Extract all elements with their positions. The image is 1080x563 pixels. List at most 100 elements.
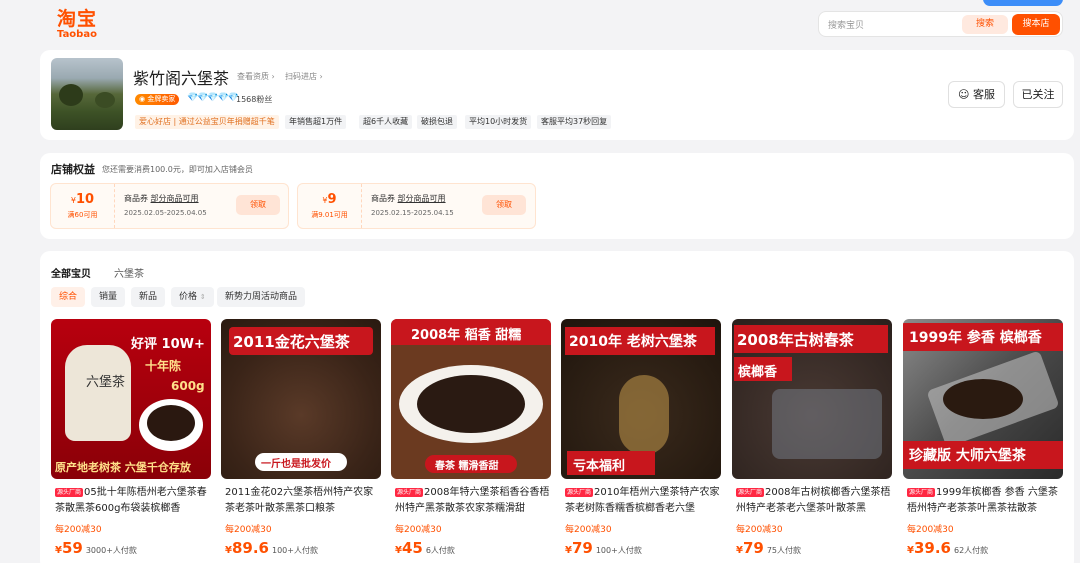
coupon-scope: 部分商品可用 (150, 194, 199, 203)
product-title[interactable]: 源头厂商 1999年槟榔香 参香 六堡茶梧州特产老茶茶叶黑茶祛散茶 (907, 485, 1063, 517)
source-factory-badge: 源头厂商 (55, 488, 84, 497)
view-qualification-label: 查看资质 (237, 72, 269, 81)
sort-price-label: 价格 (179, 292, 198, 302)
product-title[interactable]: 源头厂商 2008年特六堡茶稻香谷香梧州特产黑茶散茶农家茶糯滑甜 (395, 485, 551, 517)
product-image[interactable]: 2008年古树春茶 槟榔香 (732, 319, 892, 479)
image-caption: 好评 10W+ (131, 337, 205, 352)
product-card[interactable]: 2008年古树春茶 槟榔香 源头厂商 2008年古树槟榔香六堡茶梧州特产老茶老六堡… (732, 319, 892, 563)
benefits-subtitle: 您还需要消费100.0元，即可加入店铺会员 (102, 165, 253, 174)
search-input[interactable]: 搜索宝贝 (828, 18, 864, 31)
source-factory-badge: 源头厂商 (395, 488, 424, 497)
gold-seller-label: 金牌卖家 (147, 95, 176, 103)
image-caption: 2011金花六堡茶 (233, 333, 350, 351)
product-title[interactable]: 源头厂商 2008年古树槟榔香六堡茶梧州特产老茶老六堡茶叶散茶黑 (736, 485, 892, 517)
product-promo: 每200减30 (225, 525, 272, 535)
product-title[interactable]: 源头厂商 05批十年陈梧州老六堡茶春茶散黑茶600g布袋装槟榔香 (55, 485, 211, 517)
item-tabs: 全部宝贝 六堡茶 (51, 265, 144, 280)
product-promo: 每200减30 (736, 525, 783, 535)
sort-price[interactable]: 价格 ⇕ (171, 287, 214, 307)
product-price: ¥39.6 62人付款 (907, 539, 988, 557)
sort-new[interactable]: 新品 (131, 287, 166, 307)
follow-button[interactable]: 已关注 (1013, 81, 1063, 108)
shop-tag: 超6千人收藏 (359, 115, 413, 129)
tea-leaves-shape (943, 379, 1023, 419)
product-card[interactable]: 2011金花六堡茶 一斤也是批发价 2011金花02六堡茶梧州特产农家茶老茶叶散… (221, 319, 381, 563)
product-promo: 每200减30 (55, 525, 102, 535)
sold-count: 100+人付款 (595, 546, 642, 555)
fans-count: 1568粉丝 (236, 95, 273, 104)
benefits-title: 店铺权益 (51, 163, 95, 176)
price-value: 89.6 (231, 539, 269, 557)
tab-all-items[interactable]: 全部宝贝 (51, 269, 91, 280)
scan-enter-link[interactable]: 扫码进店 › (285, 71, 323, 82)
product-price: ¥79 100+人付款 (565, 539, 642, 557)
image-caption: 槟榔香 (738, 365, 778, 380)
coupon-condition: 满60可用 (67, 211, 98, 219)
customer-service-button[interactable]: ☺ 客服 (948, 81, 1005, 108)
image-caption: 2008年 稻香 甜糯 (411, 328, 522, 343)
image-caption: 600g (171, 379, 205, 393)
product-image[interactable]: 2010年 老树六堡茶 亏本福利 (561, 319, 721, 479)
sort-sales[interactable]: 销量 (91, 287, 126, 307)
search-shop-button[interactable]: 搜本店 (1012, 14, 1060, 35)
price-currency: ¥ (55, 545, 62, 556)
product-image[interactable]: 1999年 参香 槟榔香 珍藏版 大师六堡茶 (903, 319, 1063, 479)
product-card[interactable]: 2010年 老树六堡茶 亏本福利 源头厂商 2010年梧州六堡茶特产农家茶老树陈香… (561, 319, 721, 563)
product-price: ¥79 75人付款 (736, 539, 801, 557)
coupon-amount: ¥9 满9.01可用 (298, 184, 362, 228)
search-button[interactable]: 搜索 (962, 15, 1008, 34)
view-qualification-link[interactable]: 查看资质 › (237, 71, 275, 82)
top-tab-indicator[interactable] (983, 0, 1063, 6)
price-currency: ¥ (395, 545, 402, 556)
tab-liubao[interactable]: 六堡茶 (114, 265, 144, 280)
product-title[interactable]: 2011金花02六堡茶梧州特产农家茶老茶叶散茶黑茶口粮茶 (225, 485, 381, 517)
image-caption: 一斤也是批发价 (261, 459, 331, 470)
price-currency: ¥ (736, 545, 743, 556)
image-caption: 春茶 糯滑香甜 (435, 461, 499, 472)
medal-icon: ◉ (139, 95, 146, 103)
product-image[interactable]: 2008年 稻香 甜糯 春茶 糯滑香甜 (391, 319, 551, 479)
image-caption: 原产地老树茶 六堡千仓存放 (55, 461, 191, 474)
tea-leaves-shape (147, 405, 195, 441)
shop-tag: 爱心好店 | 通过公益宝贝年捐赠超千笔 (135, 115, 279, 129)
shop-tag: 破损包退 (417, 115, 457, 129)
product-card[interactable]: 1999年 参香 槟榔香 珍藏版 大师六堡茶 源头厂商 1999年槟榔香 参香 六… (903, 319, 1063, 563)
shop-avatar[interactable] (51, 58, 123, 130)
tea-tray-shape (772, 389, 882, 459)
shop-tag: 平均10小时发货 (465, 115, 532, 129)
shop-name[interactable]: 紫竹阁六堡茶 (133, 65, 229, 89)
diamond-rating-icon: 💎💎💎💎💎 (187, 93, 239, 103)
shop-benefits-card: 店铺权益 您还需要消费100.0元，即可加入店铺会员 ¥10 满60可用 商品券… (40, 153, 1074, 239)
claim-coupon-button[interactable]: 领取 (482, 195, 526, 215)
product-title[interactable]: 源头厂商 2010年梧州六堡茶特产农家茶老树陈香糯香槟榔香老六堡 (565, 485, 721, 517)
coupon-info: 商品券 部分商品可用 (371, 193, 446, 204)
image-caption: 珍藏版 大师六堡茶 (909, 448, 1026, 464)
coupon-amount: ¥10 满60可用 (51, 184, 115, 228)
sort-new-power-week[interactable]: 新势力周活动商品 (217, 287, 306, 307)
avatar-tree (95, 92, 115, 108)
product-price: ¥45 6人付款 (395, 539, 455, 557)
product-image[interactable]: 六堡茶 好评 10W+ 十年陈 600g 原产地老树茶 六堡千仓存放 (51, 319, 211, 479)
taobao-logo[interactable]: 淘宝 Taobao (52, 9, 102, 40)
product-card[interactable]: 2008年 稻香 甜糯 春茶 糯滑香甜 源头厂商 2008年特六堡茶稻香谷香梧州特… (391, 319, 551, 563)
coupon-value: 9 (327, 192, 337, 207)
coupon-label: 商品券 (371, 194, 395, 203)
coupon-condition: 满9.01可用 (311, 211, 348, 219)
price-currency: ¥ (907, 545, 914, 556)
coupon-info: 商品券 部分商品可用 (124, 193, 199, 204)
claim-coupon-button[interactable]: 领取 (236, 195, 280, 215)
avatar-tree (59, 84, 83, 106)
sold-count: 62人付款 (953, 546, 989, 555)
sort-comprehensive[interactable]: 综合 (51, 287, 86, 307)
product-price: ¥59 3000+人付款 (55, 539, 137, 557)
product-image[interactable]: 2011金花六堡茶 一斤也是批发价 (221, 319, 381, 479)
product-price: ¥89.6 100+人付款 (225, 539, 318, 557)
coupon-label: 商品券 (124, 194, 148, 203)
sold-count: 6人付款 (425, 546, 455, 555)
shop-header-card: 紫竹阁六堡茶 查看资质 › 扫码进店 › ◉ 金牌卖家 💎💎💎💎💎 1568粉丝… (40, 50, 1074, 140)
customer-service-label: 客服 (972, 88, 995, 101)
headset-icon: ☺ (958, 88, 970, 101)
product-card[interactable]: 六堡茶 好评 10W+ 十年陈 600g 原产地老树茶 六堡千仓存放 源头厂商 0… (51, 319, 211, 563)
source-factory-badge: 源头厂商 (565, 488, 594, 497)
price-value: 59 (61, 539, 83, 557)
